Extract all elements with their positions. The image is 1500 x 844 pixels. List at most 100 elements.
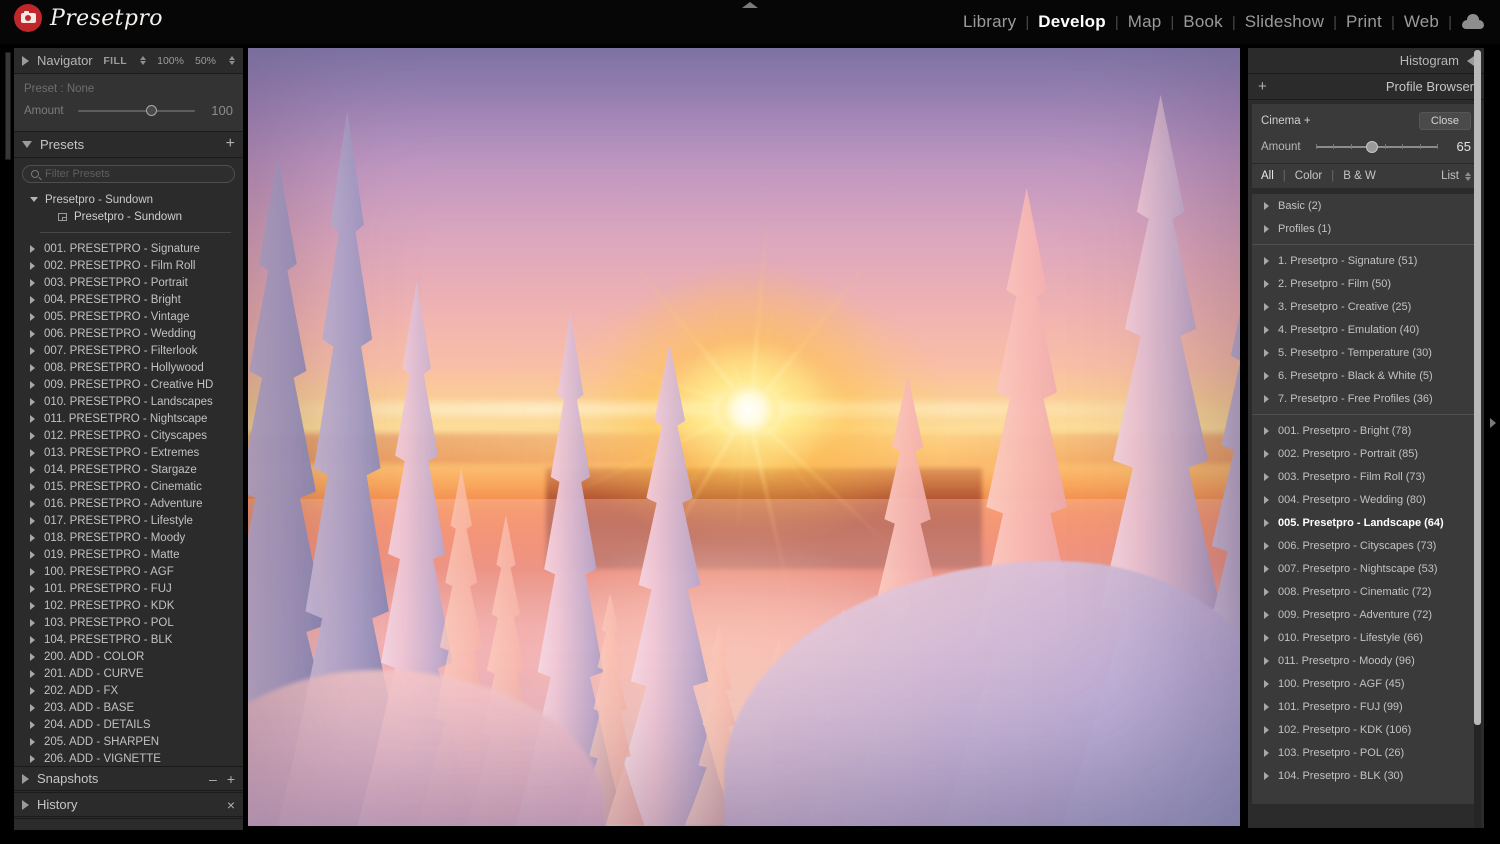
profile-view-mode[interactable]: List <box>1441 170 1471 182</box>
preset-group-row[interactable]: 102. PRESETPRO - KDK <box>14 597 243 614</box>
profile-group-row[interactable]: 3. Presetpro - Creative (25) <box>1252 295 1480 318</box>
preset-group-row[interactable]: 009. PRESETPRO - Creative HD <box>14 376 243 393</box>
module-web[interactable]: Web <box>1395 12 1448 32</box>
disclosure-triangle-icon[interactable] <box>22 773 29 784</box>
chevron-right-icon[interactable] <box>30 278 35 287</box>
profile-group-row[interactable]: 008. Presetpro - Cinematic (72) <box>1252 580 1480 603</box>
preset-group-row[interactable]: 205. ADD - SHARPEN <box>14 733 243 750</box>
chevron-right-icon[interactable] <box>1264 371 1269 380</box>
profile-group-row[interactable]: 009. Presetpro - Adventure (72) <box>1252 603 1480 626</box>
presets-header[interactable]: Presets + <box>14 132 243 158</box>
histogram-header[interactable]: Histogram <box>1248 48 1484 74</box>
preset-group-row[interactable]: 202. ADD - FX <box>14 682 243 699</box>
profile-group-row[interactable]: 6. Presetpro - Black & White (5) <box>1252 364 1480 387</box>
chevron-down-icon[interactable] <box>30 197 38 202</box>
chevron-right-icon[interactable] <box>1264 564 1269 573</box>
profile-group-row[interactable]: 7. Presetpro - Free Profiles (36) <box>1252 387 1480 410</box>
left-panel-resize-handle[interactable] <box>5 52 11 160</box>
cloud-icon[interactable] <box>1462 14 1486 30</box>
preset-group-row[interactable]: 100. PRESETPRO - AGF <box>14 563 243 580</box>
right-scrollbar-track[interactable] <box>1474 48 1481 828</box>
profile-group-row[interactable]: 010. Presetpro - Lifestyle (66) <box>1252 626 1480 649</box>
chevron-right-icon[interactable] <box>30 465 35 474</box>
preset-group-sundown[interactable]: Presetpro - Sundown <box>14 191 243 208</box>
preset-group-row[interactable]: 016. PRESETPRO - Adventure <box>14 495 243 512</box>
close-button[interactable]: Close <box>1418 112 1471 130</box>
preset-group-row[interactable]: 013. PRESETPRO - Extremes <box>14 444 243 461</box>
profile-amount-slider[interactable] <box>1316 140 1438 154</box>
add-profile-icon[interactable]: + <box>1258 79 1267 94</box>
preset-group-row[interactable]: 018. PRESETPRO - Moody <box>14 529 243 546</box>
profile-group-row[interactable]: 007. Presetpro - Nightscape (53) <box>1252 557 1480 580</box>
preset-group-row[interactable]: 002. PRESETPRO - Film Roll <box>14 257 243 274</box>
navigator-header[interactable]: Navigator FILL 100% 50% <box>14 48 243 74</box>
preset-filter-box[interactable]: Filter Presets <box>22 165 235 183</box>
profile-group-row[interactable]: Basic (2) <box>1252 194 1480 217</box>
chevron-right-icon[interactable] <box>1264 541 1269 550</box>
profile-group-row[interactable]: 103. Presetpro - POL (26) <box>1252 741 1480 764</box>
snapshots-header[interactable]: Snapshots – + <box>14 766 243 791</box>
chevron-right-icon[interactable] <box>30 363 35 372</box>
module-library[interactable]: Library <box>954 12 1025 32</box>
chevron-right-icon[interactable] <box>1264 633 1269 642</box>
chevron-right-icon[interactable] <box>30 567 35 576</box>
profile-filter-bw[interactable]: B & W <box>1334 170 1385 182</box>
chevron-right-icon[interactable] <box>30 414 35 423</box>
chevron-right-icon[interactable] <box>30 533 35 542</box>
disclosure-triangle-icon[interactable] <box>22 799 29 810</box>
chevron-right-icon[interactable] <box>30 618 35 627</box>
chevron-right-icon[interactable] <box>30 346 35 355</box>
preset-group-row[interactable]: 006. PRESETPRO - Wedding <box>14 325 243 342</box>
snapshot-add-icon[interactable]: + <box>227 771 235 787</box>
preset-group-row[interactable]: 103. PRESETPRO - POL <box>14 614 243 631</box>
chevron-right-icon[interactable] <box>30 686 35 695</box>
preset-group-row[interactable]: 010. PRESETPRO - Landscapes <box>14 393 243 410</box>
chevron-right-icon[interactable] <box>30 261 35 270</box>
disclosure-triangle-left-icon[interactable] <box>1467 55 1474 66</box>
chevron-right-icon[interactable] <box>1264 279 1269 288</box>
profile-group-row[interactable]: 002. Presetpro - Portrait (85) <box>1252 442 1480 465</box>
chevron-right-icon[interactable] <box>1264 702 1269 711</box>
module-develop[interactable]: Develop <box>1029 12 1115 32</box>
profile-group-row[interactable]: 006. Presetpro - Cityscapes (73) <box>1252 534 1480 557</box>
profile-group-row[interactable]: 001. Presetpro - Bright (78) <box>1252 419 1480 442</box>
chevron-right-icon[interactable] <box>30 295 35 304</box>
zoom-50-label[interactable]: 50% <box>195 55 216 67</box>
chevron-right-icon[interactable] <box>30 499 35 508</box>
chevron-right-icon[interactable] <box>1264 394 1269 403</box>
chevron-right-icon[interactable] <box>1264 449 1269 458</box>
chevron-right-icon[interactable] <box>1264 610 1269 619</box>
chevron-right-icon[interactable] <box>1264 587 1269 596</box>
chevron-right-icon[interactable] <box>30 601 35 610</box>
profile-amount-slider-knob[interactable] <box>1366 140 1379 153</box>
chevron-right-icon[interactable] <box>30 737 35 746</box>
chevron-right-icon[interactable] <box>30 550 35 559</box>
preset-item-sundown[interactable]: Presetpro - Sundown <box>14 208 243 226</box>
module-print[interactable]: Print <box>1337 12 1391 32</box>
chevron-right-icon[interactable] <box>30 703 35 712</box>
profile-group-row[interactable]: 104. Presetpro - BLK (30) <box>1252 764 1480 787</box>
chevron-right-icon[interactable] <box>30 312 35 321</box>
profile-group-row[interactable]: 100. Presetpro - AGF (45) <box>1252 672 1480 695</box>
view-mode-stepper-icon[interactable] <box>1465 171 1471 181</box>
chevron-right-icon[interactable] <box>1264 256 1269 265</box>
fill-stepper-icon[interactable] <box>140 56 147 65</box>
profile-group-row[interactable]: 5. Presetpro - Temperature (30) <box>1252 341 1480 364</box>
chevron-right-icon[interactable] <box>1264 748 1269 757</box>
image-canvas[interactable] <box>248 48 1240 826</box>
top-panel-collapse-arrow-icon[interactable] <box>742 2 758 8</box>
preset-group-row[interactable]: 001. PRESETPRO - Signature <box>14 240 243 257</box>
chevron-right-icon[interactable] <box>1264 302 1269 311</box>
history-header[interactable]: History × <box>14 792 243 817</box>
chevron-right-icon[interactable] <box>30 516 35 525</box>
preset-amount-slider-knob[interactable] <box>145 104 157 116</box>
profile-filter-color[interactable]: Color <box>1286 170 1331 182</box>
preset-group-row[interactable]: 015. PRESETPRO - Cinematic <box>14 478 243 495</box>
module-book[interactable]: Book <box>1174 12 1232 32</box>
profile-group-row[interactable]: Profiles (1) <box>1252 217 1480 240</box>
chevron-right-icon[interactable] <box>30 482 35 491</box>
chevron-right-icon[interactable] <box>30 244 35 253</box>
chevron-right-icon[interactable] <box>1264 426 1269 435</box>
preset-group-row[interactable]: 003. PRESETPRO - Portrait <box>14 274 243 291</box>
chevron-right-icon[interactable] <box>30 720 35 729</box>
